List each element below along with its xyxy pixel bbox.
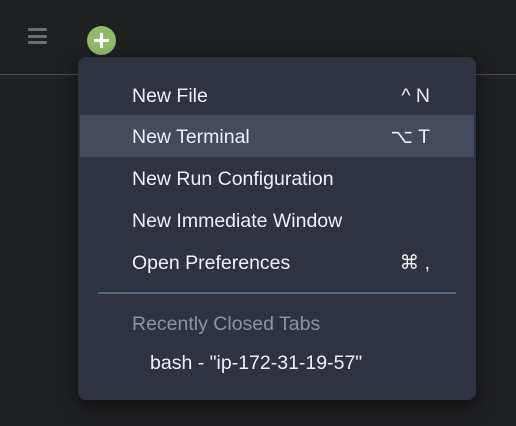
plus-icon <box>94 33 109 48</box>
menu-item-open-preferences[interactable]: Open Preferences ⌘ , <box>80 241 474 283</box>
hamburger-icon[interactable] <box>28 28 47 44</box>
hamburger-line <box>28 41 47 44</box>
menu-item-shortcut: ^ N <box>401 85 430 107</box>
menu-separator <box>98 292 456 294</box>
hamburger-line <box>28 34 47 38</box>
recently-closed-header: Recently Closed Tabs <box>132 313 321 335</box>
menu-item-label: New Run Configuration <box>132 168 334 190</box>
menu-item-label: New Terminal <box>132 126 250 148</box>
menu-item-label: New File <box>132 85 208 107</box>
menu-item-shortcut: ⌥ T <box>390 126 430 148</box>
new-tab-menu: New File ^ N New Terminal ⌥ T New Run Co… <box>78 57 476 400</box>
menu-item-label: Open Preferences <box>132 252 291 274</box>
recently-closed-tab-item[interactable]: bash - "ip-172-31-19-57" <box>80 343 474 383</box>
menu-item-label: New Immediate Window <box>132 210 343 232</box>
menu-item-new-immediate-window[interactable]: New Immediate Window <box>80 199 474 241</box>
add-tab-button[interactable] <box>87 26 116 55</box>
menu-item-new-file[interactable]: New File ^ N <box>80 74 474 116</box>
menu-item-new-terminal[interactable]: New Terminal ⌥ T <box>80 115 474 157</box>
closed-tab-label: bash - "ip-172-31-19-57" <box>150 352 363 374</box>
hamburger-line <box>28 28 47 31</box>
menu-item-shortcut: ⌘ , <box>399 252 430 274</box>
menu-item-new-run-configuration[interactable]: New Run Configuration <box>80 157 474 199</box>
